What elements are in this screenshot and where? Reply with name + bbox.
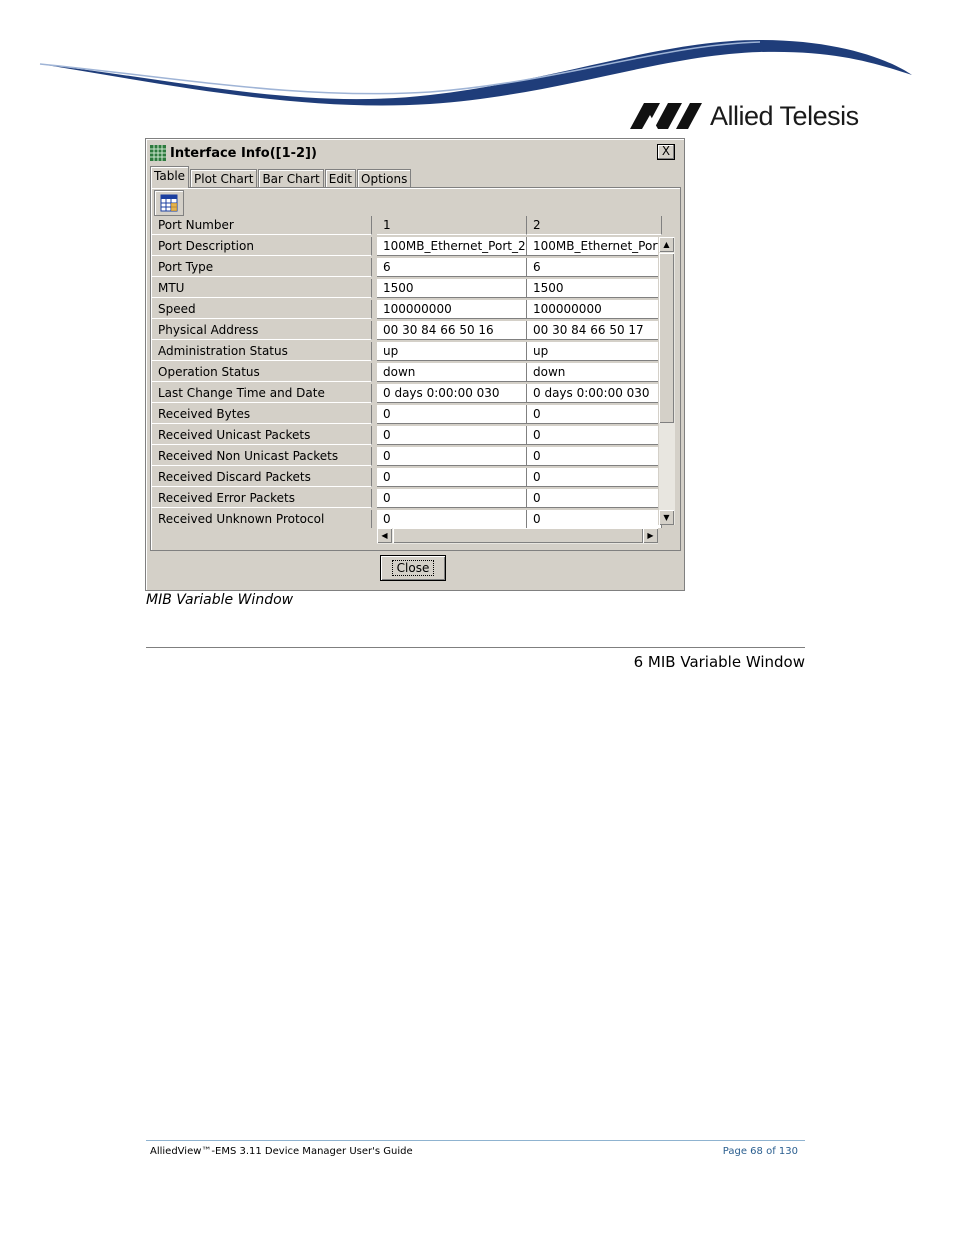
row-label: Received Unicast Packets xyxy=(152,426,372,445)
scroll-down-icon[interactable]: ▼ xyxy=(659,510,674,525)
cell-port-2[interactable]: 100000000 xyxy=(527,300,662,319)
cell-port-2[interactable]: 1500 xyxy=(527,279,662,298)
cell-port-1[interactable]: 0 xyxy=(377,426,527,445)
column-header-1[interactable]: 1 xyxy=(377,216,527,235)
footer-title: AlliedView™-EMS 3.11 Device Manager User… xyxy=(150,1146,413,1157)
row-label: Port Type xyxy=(152,258,372,277)
close-button[interactable]: Close xyxy=(380,555,446,581)
cell-port-1[interactable]: 0 days 0:00:00 030 xyxy=(377,384,527,403)
window-title: Interface Info([1-2]) xyxy=(170,145,317,161)
row-label: Received Non Unicast Packets xyxy=(152,447,372,466)
row-label: Speed xyxy=(152,300,372,319)
row-label: Received Discard Packets xyxy=(152,468,372,487)
table-row[interactable]: Port Type 6 6 xyxy=(152,258,677,278)
cell-port-1[interactable]: 100MB_Ethernet_Port_2 xyxy=(377,237,527,256)
cell-port-2[interactable]: 0 xyxy=(527,426,662,445)
table-row[interactable]: Received Unknown Protocol Packets 00 xyxy=(152,510,677,528)
window-titlebar[interactable]: Interface Info([1-2]) X xyxy=(150,143,679,163)
cell-port-2[interactable]: 0 xyxy=(527,489,662,508)
interface-info-window: Interface Info([1-2]) X Table Plot Chart… xyxy=(145,138,685,591)
cell-port-2[interactable]: down xyxy=(527,363,662,382)
vertical-scrollbar[interactable]: ▲ ▼ xyxy=(658,237,675,525)
column-header-2[interactable]: 2 xyxy=(527,216,662,235)
allied-telesis-logo: Allied Telesis xyxy=(630,100,859,132)
cell-port-2[interactable]: 0 xyxy=(527,468,662,487)
brand-name: Allied Telesis xyxy=(710,100,859,131)
footer-divider xyxy=(146,1140,805,1141)
cell-port-2[interactable]: up xyxy=(527,342,662,361)
row-label: Received Bytes xyxy=(152,405,372,424)
footer-page-number: Page 68 of 130 xyxy=(722,1146,798,1157)
table-row[interactable]: Received Unicast Packets 0 0 xyxy=(152,426,677,446)
table-row[interactable]: Received Bytes 0 0 xyxy=(152,405,677,425)
cell-port-2[interactable]: 0 xyxy=(527,447,662,466)
cell-port-2[interactable]: 0 days 0:00:00 030 xyxy=(527,384,662,403)
scroll-right-icon[interactable]: ▶ xyxy=(643,528,658,543)
row-label: Received Unknown Protocol Packets xyxy=(152,510,372,528)
horizontal-scrollbar[interactable]: ◀ ▶ xyxy=(377,528,658,544)
cell-port-1[interactable]: 0 xyxy=(377,405,527,424)
row-label: Physical Address xyxy=(152,321,372,340)
horizontal-scroll-thumb[interactable] xyxy=(393,528,643,543)
row-label: Administration Status xyxy=(152,342,372,361)
cell-port-1[interactable]: 0 xyxy=(377,447,527,466)
table-view-button[interactable] xyxy=(154,190,184,216)
row-label: Operation Status xyxy=(152,363,372,382)
table-row[interactable]: Last Change Time and Date 0 days 0:00:00 … xyxy=(152,384,677,404)
allied-telesis-logo-mark xyxy=(630,103,702,129)
table-header-row: Port Number 1 2 xyxy=(152,216,677,236)
tab-strip: Table Plot Chart Bar Chart Edit Options xyxy=(150,166,412,188)
cell-port-2[interactable]: 0 xyxy=(527,510,662,528)
figure-caption: MIB Variable Window xyxy=(146,592,294,608)
tab-edit[interactable]: Edit xyxy=(324,169,357,188)
section-heading: 6 MIB Variable Window xyxy=(633,653,805,671)
row-label: Port Description xyxy=(152,237,372,256)
cell-port-1[interactable]: 00 30 84 66 50 16 xyxy=(377,321,527,340)
table-row[interactable]: Operation Status down down xyxy=(152,363,677,383)
table-row[interactable]: Received Non Unicast Packets 0 0 xyxy=(152,447,677,467)
section-divider xyxy=(146,647,805,648)
cell-port-1[interactable]: down xyxy=(377,363,527,382)
table-row[interactable]: Physical Address 00 30 84 66 50 16 00 30 8… xyxy=(152,321,677,341)
cell-port-1[interactable]: 0 xyxy=(377,489,527,508)
tab-plot-chart[interactable]: Plot Chart xyxy=(190,169,258,188)
cell-port-1[interactable]: up xyxy=(377,342,527,361)
table-row[interactable]: MTU 1500 1500 xyxy=(152,279,677,299)
close-button-label: Close xyxy=(391,560,435,576)
tab-table[interactable]: Table xyxy=(150,166,190,188)
cell-port-2[interactable]: 6 xyxy=(527,258,662,277)
cell-port-1[interactable]: 6 xyxy=(377,258,527,277)
header-swoosh xyxy=(39,40,912,106)
scroll-up-icon[interactable]: ▲ xyxy=(659,237,674,252)
table-row[interactable]: Received Discard Packets 0 0 xyxy=(152,468,677,488)
mib-table: Port Number 1 2 Port Description 100MB_Et… xyxy=(152,216,677,528)
cell-port-2[interactable]: 0 xyxy=(527,405,662,424)
cell-port-1[interactable]: 100000000 xyxy=(377,300,527,319)
row-label: Port Number xyxy=(152,216,372,235)
vertical-scroll-thumb[interactable] xyxy=(659,253,674,423)
table-row[interactable]: Administration Status up up xyxy=(152,342,677,362)
window-close-button[interactable]: X xyxy=(657,144,675,160)
cell-port-2[interactable]: 100MB_Ethernet_Port_2 xyxy=(527,237,662,256)
row-label: MTU xyxy=(152,279,372,298)
table-row[interactable]: Port Description 100MB_Ethernet_Port_2 100… xyxy=(152,237,677,257)
tab-options[interactable]: Options xyxy=(357,169,412,188)
cell-port-2[interactable]: 00 30 84 66 50 17 xyxy=(527,321,662,340)
table-row[interactable]: Speed 100000000 100000000 xyxy=(152,300,677,320)
cell-port-1[interactable]: 1500 xyxy=(377,279,527,298)
tab-bar-chart[interactable]: Bar Chart xyxy=(258,169,324,188)
scroll-left-icon[interactable]: ◀ xyxy=(377,528,392,543)
table-icon xyxy=(160,194,178,212)
row-label: Received Error Packets xyxy=(152,489,372,508)
cell-port-1[interactable]: 0 xyxy=(377,510,527,528)
row-label: Last Change Time and Date xyxy=(152,384,372,403)
cell-port-1[interactable]: 0 xyxy=(377,468,527,487)
table-row[interactable]: Received Error Packets 0 0 xyxy=(152,489,677,509)
table-grid-icon xyxy=(150,145,166,161)
